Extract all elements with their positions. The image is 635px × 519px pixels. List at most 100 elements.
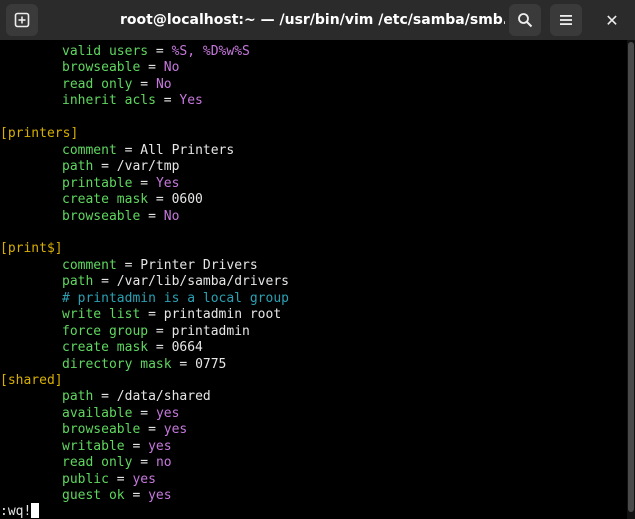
section-header: [shared] xyxy=(0,373,63,388)
config-value: 0600 xyxy=(171,192,203,208)
config-key: read only xyxy=(62,455,133,471)
config-value: yes xyxy=(132,471,156,487)
config-operator: = xyxy=(93,159,117,175)
config-key: path xyxy=(62,274,94,290)
config-value: /var/lib/samba/drivers xyxy=(116,274,289,290)
terminal-scrollbar[interactable] xyxy=(627,40,635,519)
config-value: Yes xyxy=(155,175,180,191)
config-key: comment xyxy=(62,257,117,273)
config-operator: = xyxy=(132,175,156,191)
config-line: available = yes xyxy=(0,406,179,422)
config-line: path = /var/tmp xyxy=(0,159,179,175)
config-line: public = yes xyxy=(0,472,156,488)
config-key: browseable xyxy=(62,208,141,224)
config-key: comment xyxy=(62,142,117,158)
section-header: [printers] xyxy=(0,126,79,142)
config-line: browseable = No xyxy=(0,209,179,225)
config-operator: = xyxy=(140,422,164,438)
config-line: path = /var/lib/samba/drivers xyxy=(0,274,289,290)
config-key: path xyxy=(62,389,94,405)
text-cursor xyxy=(31,503,40,518)
config-operator: = xyxy=(140,307,164,323)
config-operator: = xyxy=(148,44,172,59)
config-value: No xyxy=(155,76,172,92)
config-value: All Printers xyxy=(140,142,235,158)
terminal-view[interactable]: valid users = %S, %D%w%S browseable = No r… xyxy=(0,40,627,519)
window-title: root@localhost:~ — /usr/bin/vim /etc/sam… xyxy=(120,12,505,28)
config-line: directory mask = 0775 xyxy=(0,357,226,373)
config-line: read only = no xyxy=(0,455,172,471)
config-value: yes xyxy=(148,488,172,504)
config-key: path xyxy=(62,159,94,175)
config-key: force group xyxy=(62,323,149,339)
close-icon: ✕ xyxy=(605,10,619,30)
config-value: 0664 xyxy=(171,340,203,356)
config-key: valid users xyxy=(62,44,149,59)
config-key: browseable xyxy=(62,60,141,76)
config-line: create mask = 0600 xyxy=(0,192,203,208)
search-button[interactable] xyxy=(509,4,541,36)
config-line: browseable = yes xyxy=(0,422,187,438)
config-operator: = xyxy=(124,438,149,454)
config-section-line: [print$] xyxy=(0,241,63,257)
config-operator: = xyxy=(140,60,164,76)
config-operator: = xyxy=(148,192,172,208)
config-key: create mask xyxy=(62,192,149,208)
config-line: create mask = 0664 xyxy=(0,340,203,356)
config-operator: = xyxy=(148,323,172,339)
menu-button[interactable] xyxy=(550,4,582,36)
config-operator: = xyxy=(124,488,149,504)
close-button[interactable]: ✕ xyxy=(596,4,628,36)
vim-command-text: :wq! xyxy=(0,504,32,519)
search-icon xyxy=(518,13,533,28)
hamburger-menu-icon xyxy=(560,15,572,25)
config-key: write list xyxy=(62,307,141,323)
title-bar: root@localhost:~ — /usr/bin/vim /etc/sam… xyxy=(0,0,635,41)
config-key: printable xyxy=(62,175,133,191)
config-line: guest ok = yes xyxy=(0,488,172,504)
config-value: 0775 xyxy=(195,356,227,372)
config-line: path = /data/shared xyxy=(0,389,211,405)
config-line: force group = printadmin xyxy=(0,324,250,340)
config-line: inherit acls = Yes xyxy=(0,93,203,109)
config-value: Printer Drivers xyxy=(140,257,258,273)
config-operator: = xyxy=(93,274,117,290)
config-operator: = xyxy=(171,356,196,372)
config-line: browseable = No xyxy=(0,60,179,76)
config-operator: = xyxy=(93,389,117,405)
config-line: comment = All Printers xyxy=(0,143,234,159)
config-value: printadmin root xyxy=(163,307,282,323)
config-key: writable xyxy=(62,438,125,454)
config-key: read only xyxy=(62,76,133,92)
config-operator: = xyxy=(132,76,156,92)
config-key: browseable xyxy=(62,422,141,438)
config-key: inherit acls xyxy=(62,93,156,109)
config-line: comment = Printer Drivers xyxy=(0,258,258,274)
config-key: directory mask xyxy=(62,356,172,372)
vim-command-line[interactable]: :wq! xyxy=(0,503,40,519)
section-header: [print$] xyxy=(0,241,63,257)
config-value: No xyxy=(163,208,180,224)
config-value: yes xyxy=(163,422,188,438)
config-value: No xyxy=(163,60,180,76)
config-line: write list = printadmin root xyxy=(0,307,281,323)
config-operator: = xyxy=(116,257,141,273)
config-value: Yes xyxy=(179,93,203,109)
config-operator: = xyxy=(155,93,180,109)
new-tab-button[interactable] xyxy=(6,4,38,36)
config-value: /data/shared xyxy=(116,389,211,405)
config-operator: = xyxy=(132,405,156,421)
config-key: guest ok xyxy=(62,488,125,504)
config-value: printadmin xyxy=(171,323,250,339)
config-key: create mask xyxy=(62,340,149,356)
config-value: no xyxy=(155,455,172,471)
config-line: read only = No xyxy=(0,77,172,93)
config-value: %S, %D%w%S xyxy=(171,44,250,59)
config-operator: = xyxy=(140,208,164,224)
config-operator: = xyxy=(116,142,141,158)
config-value: yes xyxy=(148,438,172,454)
config-section-line: [shared] xyxy=(0,373,63,389)
config-operator: = xyxy=(132,455,156,471)
config-section-line: [printers] xyxy=(0,126,78,142)
scrollbar-thumb[interactable] xyxy=(628,42,634,512)
